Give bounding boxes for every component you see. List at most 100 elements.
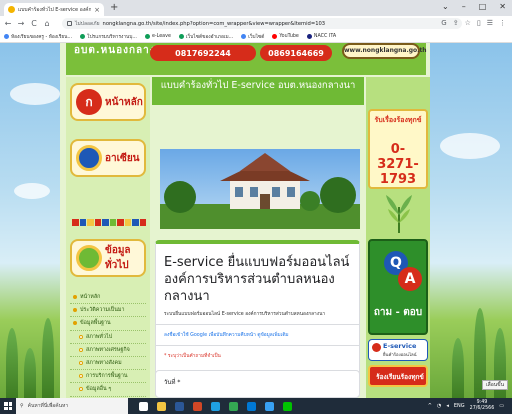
taskbar-search-input[interactable]: ⚲ ค้นหาที่นี่เพื่อค้นหา bbox=[16, 398, 128, 414]
taskbar-app-photos[interactable] bbox=[260, 398, 278, 414]
not-secure-icon[interactable] bbox=[67, 21, 72, 26]
notification-icon[interactable]: ▭ bbox=[499, 403, 504, 409]
eservice-button[interactable]: E-service ยื่นคำร้องออนไลน์ bbox=[368, 339, 428, 361]
share-icon[interactable]: ⇪ bbox=[453, 19, 459, 27]
window-controls: ⌄ – □ ✕ bbox=[442, 2, 506, 11]
tab-search-icon[interactable]: ⌄ bbox=[442, 2, 449, 11]
bookmark-favicon-icon bbox=[178, 34, 184, 39]
clock-date: 27/6/2566 bbox=[469, 406, 495, 411]
taskbar-app-chrome[interactable] bbox=[224, 398, 242, 414]
submenu-item[interactable]: ประวัติความเป็นมา bbox=[70, 304, 146, 318]
submenu-item[interactable]: การบริการพื้นฐาน bbox=[70, 370, 146, 384]
submenu-item[interactable]: หน้าหลัก bbox=[70, 291, 146, 305]
side-panel-icon[interactable]: ☰ bbox=[487, 19, 493, 27]
bookmark-favicon-icon bbox=[306, 34, 312, 39]
menu-home-button[interactable]: ก หน้าหลัก bbox=[70, 83, 146, 121]
complaint-button[interactable]: ร้องเรียนร้องทุกข์ bbox=[368, 365, 428, 387]
url-input[interactable]: ไม่ปลอดภัย nongklangna.go.th/site/index.… bbox=[62, 18, 462, 29]
network-icon[interactable]: ◔ bbox=[437, 403, 441, 409]
edge-icon bbox=[210, 401, 220, 411]
bookmark-item[interactable]: เว็บไซต์ของอำเภอเม... bbox=[178, 33, 233, 41]
submenu-label: การบริการพื้นฐาน bbox=[86, 373, 128, 380]
menu-info-button[interactable]: ข้อมูลทั่วไป bbox=[70, 239, 146, 277]
taskbar-app-file-explorer[interactable] bbox=[152, 398, 170, 414]
submenu-item[interactable]: ข้อมูลพื้นฐาน bbox=[70, 317, 146, 331]
bookmark-item[interactable]: YouTube bbox=[272, 34, 299, 39]
bookmark-star-icon[interactable]: ☆ bbox=[465, 19, 471, 27]
complaint-label: ร้องเรียนร้องทุกข์ bbox=[376, 373, 424, 381]
building-illustration bbox=[160, 153, 360, 229]
tray-expand-icon[interactable]: ^ bbox=[428, 403, 432, 409]
submenu-label: ประวัติความเป็นมา bbox=[80, 307, 125, 314]
bookmark-label: โปรแกรมบริหารงานบุ... bbox=[87, 34, 137, 40]
taskbar-app-task-view[interactable] bbox=[134, 398, 152, 414]
clock[interactable]: 9:49 27/6/2566 bbox=[470, 400, 495, 412]
date-question-label: วันที่ * bbox=[164, 379, 181, 386]
asean-icon bbox=[76, 145, 102, 171]
bookmark-label: YouTube bbox=[279, 34, 299, 39]
language-indicator[interactable]: ENG bbox=[454, 403, 465, 409]
new-tab-button[interactable]: + bbox=[110, 2, 118, 13]
bookmark-favicon-icon bbox=[4, 34, 9, 39]
bookmark-item[interactable]: เว็บไซต์ bbox=[241, 33, 264, 41]
submenu-label: สภาพทางสังคม bbox=[86, 360, 122, 367]
bullet-icon bbox=[79, 334, 83, 339]
forward-button[interactable]: → bbox=[17, 19, 25, 28]
a-bubble-icon: A bbox=[398, 267, 422, 291]
taskbar-app-powerpoint[interactable] bbox=[188, 398, 206, 414]
submenu-item[interactable]: ข้อมูลอื่น ๆ bbox=[70, 383, 146, 397]
close-window-button[interactable]: ✕ bbox=[499, 2, 506, 11]
submenu-item[interactable]: สภาพทั่วไป bbox=[70, 331, 146, 344]
bullet-icon bbox=[79, 347, 83, 352]
google-lens-icon[interactable]: G bbox=[441, 19, 446, 27]
browser-tab[interactable]: แบบคำร้องทั่วไป E-service องค์การบ... × bbox=[4, 3, 104, 16]
reload-button[interactable]: C bbox=[30, 19, 38, 28]
scroll-top-button[interactable]: เลื่อนขึ้น bbox=[481, 380, 508, 390]
office-building-photo bbox=[160, 149, 360, 229]
taskbar-apps bbox=[134, 398, 296, 414]
qa-button[interactable]: Q A ถาม - ตอบ bbox=[368, 239, 428, 335]
form-description: ระบบยื่นแบบฟอร์มออนไลน์ E-service องค์กา… bbox=[164, 312, 326, 317]
submenu-label: ข้อมูลพื้นฐาน bbox=[80, 320, 111, 327]
start-button[interactable] bbox=[0, 398, 16, 414]
bookmark-favicon-icon bbox=[144, 34, 150, 39]
bookmark-label: ห้องเรียนของครู - ห้องเรียน... bbox=[11, 34, 73, 40]
back-button[interactable]: ← bbox=[4, 19, 12, 28]
bookmark-favicon-icon bbox=[272, 34, 278, 39]
phone-badge: 0817692244 bbox=[150, 45, 256, 61]
menu-asean-button[interactable]: อาเซียน bbox=[70, 139, 146, 177]
home-icon: ก bbox=[76, 89, 102, 115]
bookmark-item[interactable]: ห้องเรียนของครู - ห้องเรียน... bbox=[4, 33, 72, 41]
cloud-decoration bbox=[10, 83, 60, 105]
menu-label: ข้อมูลทั่วไป bbox=[105, 245, 131, 271]
powerpoint-icon bbox=[192, 401, 202, 411]
bookmark-item[interactable]: NACC ITA bbox=[306, 34, 336, 39]
tab-close-icon[interactable]: × bbox=[94, 6, 100, 14]
browser-toolbar: G ⇪ ☆ ▯ ☰ ⋮ bbox=[441, 19, 506, 27]
menu-icon[interactable]: ⋮ bbox=[499, 19, 506, 27]
google-signin-link[interactable]: ลงชื่อเข้าใช้ Google เพื่อบันทึกความคืบห… bbox=[164, 331, 351, 339]
maximize-button[interactable]: □ bbox=[479, 2, 487, 11]
submenu-item[interactable]: สภาพทางเศรษฐกิจ bbox=[70, 344, 146, 357]
file-explorer-icon bbox=[156, 401, 166, 411]
bullet-icon bbox=[79, 387, 83, 392]
taskbar-app-word[interactable] bbox=[170, 398, 188, 414]
minimize-button[interactable]: – bbox=[462, 2, 466, 11]
security-label: ไม่ปลอดภัย bbox=[75, 20, 100, 27]
home-button[interactable]: ⌂ bbox=[43, 19, 51, 28]
taskbar-app-edge[interactable] bbox=[206, 398, 224, 414]
search-icon: ⚲ bbox=[20, 403, 24, 409]
bookmark-label: e-Leave bbox=[151, 34, 171, 39]
tab-icon[interactable]: ▯ bbox=[477, 19, 481, 27]
bullet-icon bbox=[73, 321, 77, 326]
taskbar-app-outlook[interactable] bbox=[242, 398, 260, 414]
date-question-card: วันที่ * bbox=[155, 370, 360, 398]
chrome-icon bbox=[228, 401, 238, 411]
bookmark-item[interactable]: e-Leave bbox=[144, 34, 171, 39]
volume-icon[interactable]: ◂ bbox=[446, 403, 449, 409]
submenu-item[interactable]: สภาพทางสังคม bbox=[70, 357, 146, 371]
info-submenu: หน้าหลักประวัติความเป็นมาข้อมูลพื้นฐานสภ… bbox=[70, 291, 146, 398]
taskbar-app-line[interactable] bbox=[278, 398, 296, 414]
bookmark-favicon-icon bbox=[241, 34, 247, 39]
bookmark-item[interactable]: โปรแกรมบริหารงานบุ... bbox=[80, 33, 137, 41]
